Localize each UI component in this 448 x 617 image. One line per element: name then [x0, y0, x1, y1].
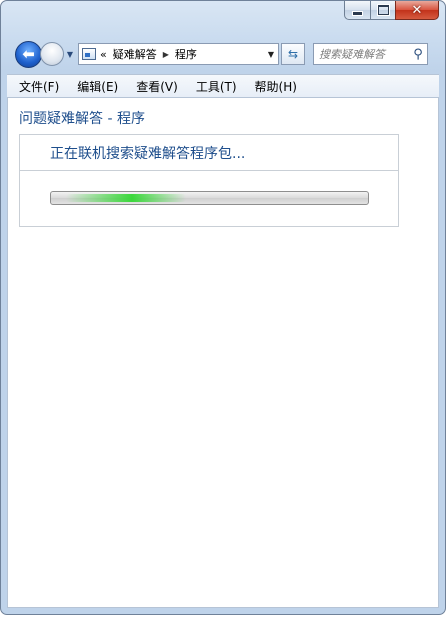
explorer-window: ✕ ⬅ ▼ « 疑难解答 ▶ 程序 ▼ ⇆ ⚲ 文件(F) 编辑(E) — [0, 0, 446, 615]
breadcrumb-programs[interactable]: 程序 — [175, 46, 197, 62]
minimize-button[interactable] — [344, 1, 370, 20]
address-bar[interactable]: « 疑难解答 ▶ 程序 ▼ — [78, 43, 279, 65]
refresh-button[interactable]: ⇆ — [281, 43, 305, 65]
menu-bar: 文件(F) 编辑(E) 查看(V) 工具(T) 帮助(H) — [7, 74, 439, 97]
maximize-button[interactable] — [370, 1, 395, 20]
forward-button[interactable] — [40, 42, 64, 66]
address-overflow[interactable]: « — [100, 48, 107, 61]
search-box[interactable]: ⚲ — [313, 43, 428, 65]
refresh-icon: ⇆ — [287, 47, 299, 61]
recent-pages-dropdown[interactable]: ▼ — [65, 48, 75, 60]
menu-help[interactable]: 帮助(H) — [245, 78, 305, 95]
search-input[interactable] — [319, 47, 409, 61]
menu-file[interactable]: 文件(F) — [7, 78, 67, 95]
menu-edit[interactable]: 编辑(E) — [67, 78, 126, 95]
maximize-icon — [377, 5, 389, 15]
control-panel-icon — [82, 48, 96, 60]
back-arrow-icon: ⬅ — [22, 45, 35, 63]
navigation-bar: ⬅ ▼ « 疑难解答 ▶ 程序 ▼ ⇆ ⚲ — [15, 39, 439, 69]
status-panel: 正在联机搜索疑难解答程序包... — [19, 134, 399, 227]
progress-glow — [66, 194, 186, 202]
progress-bar — [50, 191, 369, 205]
menu-view[interactable]: 查看(V) — [126, 78, 186, 95]
page-title: 问题疑难解答 - 程序 — [19, 111, 145, 127]
search-icon[interactable]: ⚲ — [409, 47, 427, 62]
breadcrumb-troubleshooting[interactable]: 疑难解答 — [113, 46, 157, 62]
close-button[interactable]: ✕ — [395, 1, 439, 20]
chevron-down-icon: ▼ — [66, 49, 74, 59]
close-icon: ✕ — [411, 2, 423, 18]
menu-tools[interactable]: 工具(T) — [186, 78, 245, 95]
back-button[interactable]: ⬅ — [15, 40, 42, 68]
address-dropdown-icon[interactable]: ▼ — [264, 50, 278, 59]
minimize-icon — [353, 11, 362, 15]
status-text: 正在联机搜索疑难解答程序包... — [20, 135, 398, 171]
breadcrumb-separator-icon[interactable]: ▶ — [163, 50, 169, 59]
caption-buttons: ✕ — [344, 1, 439, 21]
content-pane: 问题疑难解答 - 程序 正在联机搜索疑难解答程序包... — [7, 97, 439, 608]
